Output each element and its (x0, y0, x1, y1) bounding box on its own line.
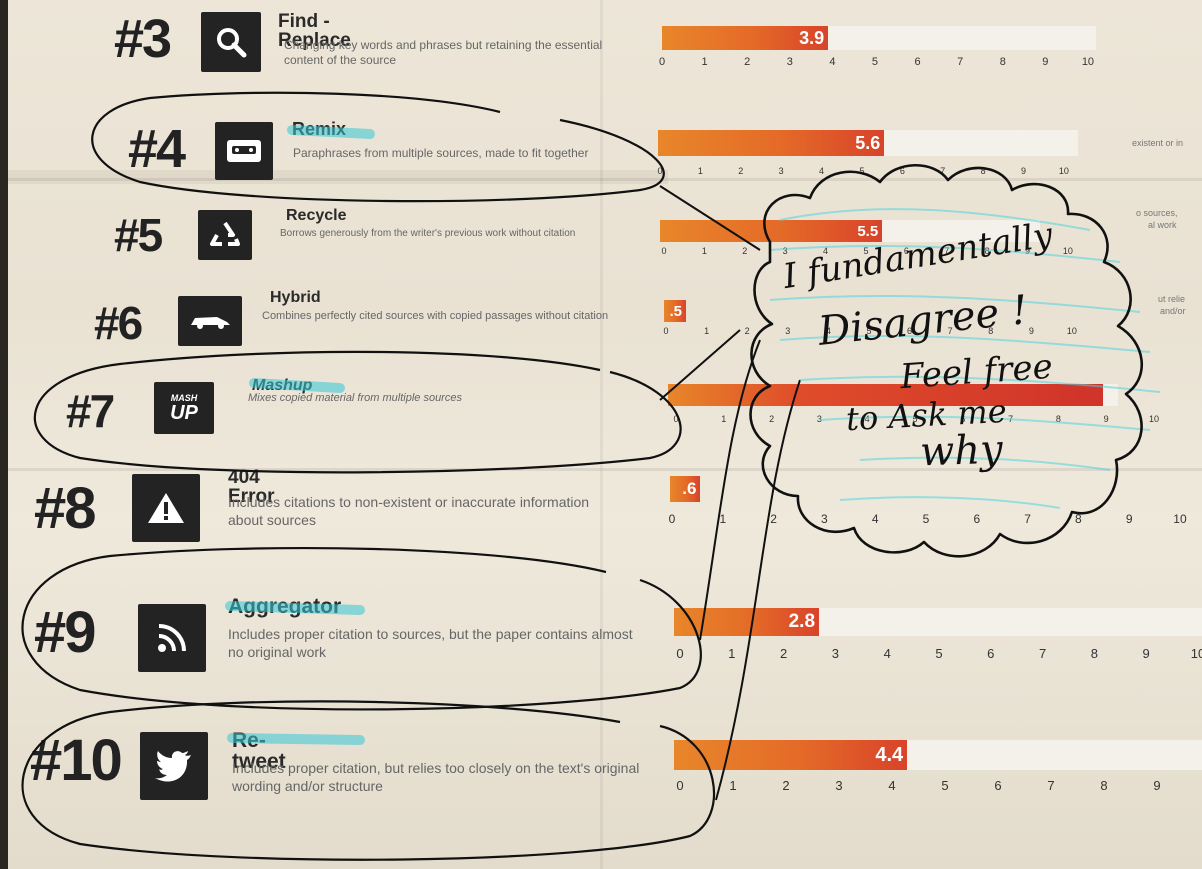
row-description: Includes proper citation to sources, but… (228, 626, 633, 660)
row-description: Paraphrases from multiple sources, made … (293, 146, 589, 160)
row-number: #5 (114, 209, 163, 261)
score-value: 5.6 (855, 132, 881, 153)
row-description: Borrows generously from the writer's pre… (280, 228, 576, 239)
row-description: Combines perfectly cited sources with co… (262, 310, 609, 322)
row-number: #7 (66, 385, 115, 437)
score-value: 5.5 (857, 222, 879, 240)
score-bar: 5.6 (658, 130, 1078, 156)
score-bar: .6 (670, 476, 790, 502)
score-value: 3.9 (799, 27, 825, 48)
row-description: Includes proper citation, but relies too… (232, 760, 640, 794)
mashup-icon-bottom-text: UP (170, 401, 198, 424)
edge-text: existent or in (1132, 138, 1184, 148)
score-value: .5 (669, 302, 682, 320)
row-title: Remix (292, 119, 347, 139)
axis-ticks: 012345678910 (676, 646, 1202, 661)
row-description: Mixes copied material from multiple sour… (248, 392, 462, 404)
row-title: Hybrid (270, 289, 321, 306)
row-number: #10 (30, 728, 123, 793)
row-number: #3 (114, 9, 172, 69)
cassette-icon (215, 122, 273, 180)
row-number: #4 (128, 119, 186, 179)
paper-sheet: #3 Find - Replace Changing key words and… (8, 0, 1202, 869)
car-icon (178, 296, 242, 346)
rss-icon (138, 604, 206, 672)
score-value: 2.8 (788, 611, 816, 632)
axis-ticks: 012345678910 (673, 414, 1159, 424)
row-title: Recycle (286, 207, 347, 224)
axis-ticks: 012345678910 (676, 778, 1161, 793)
edge-text: ut relie (1158, 294, 1186, 304)
row-title: Aggregator (228, 595, 342, 618)
score-value: .6 (682, 479, 697, 498)
edge-text: o sources, (1136, 208, 1178, 218)
row-description: Includes citations to non-existent or in… (228, 494, 590, 528)
mashup-icon: MASH UP (154, 382, 214, 434)
row-number: #8 (34, 476, 96, 541)
row-number: #9 (34, 600, 96, 665)
recycle-icon (198, 210, 252, 260)
twitter-bird-icon (140, 732, 208, 800)
row-description: Changing key words and phrases but retai… (284, 38, 603, 67)
edge-text: al work (1148, 220, 1177, 230)
axis-ticks: 012345678910 (663, 326, 1077, 336)
axis-ticks: 012345678910 (668, 512, 1187, 526)
axis-ticks: 012345678910 (657, 166, 1069, 176)
axis-ticks: 012345678910 (661, 246, 1073, 256)
score-bar (668, 384, 1118, 406)
score-value: 4.4 (875, 743, 904, 766)
axis-ticks: 012345678910 (658, 56, 1095, 68)
warning-icon (132, 474, 200, 542)
score-bar: 2.8 (674, 608, 1202, 636)
row-number: #6 (94, 297, 143, 349)
score-bar-fill (668, 384, 1103, 406)
score-bar: 5.5 (660, 220, 1040, 242)
score-bar: 4.4 (674, 740, 1202, 770)
score-bar: .5 (664, 300, 754, 322)
score-bar: 3.9 (662, 26, 1096, 50)
magnifier-icon (201, 12, 261, 72)
edge-text: and/or (1160, 306, 1186, 316)
